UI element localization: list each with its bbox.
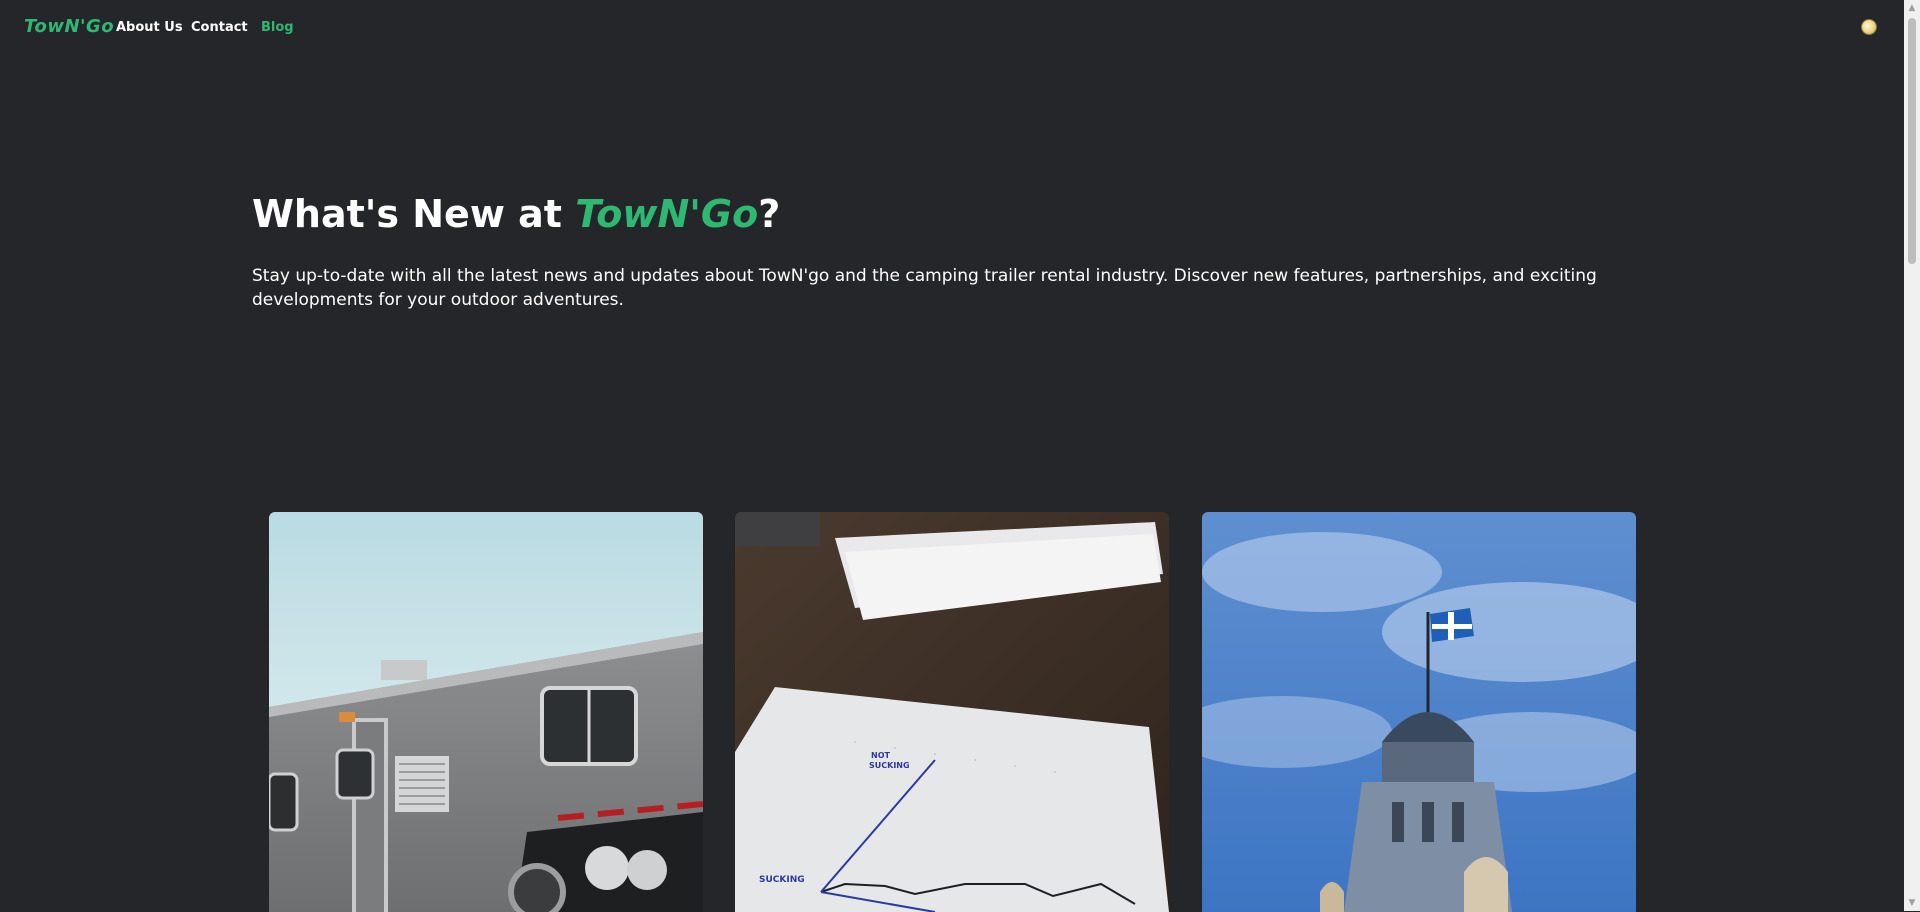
scroll-thumb[interactable] <box>1908 18 1916 264</box>
blog-card-notebook[interactable]: NOT SUCKING SUCKING <box>735 512 1169 912</box>
page-title-prefix: What's New at <box>252 192 576 236</box>
page-title-brand: TowN'Go <box>575 192 759 236</box>
blog-card-trailer[interactable] <box>269 512 703 912</box>
blog-card-quebec[interactable] <box>1202 512 1636 912</box>
sketch-label-sucking: SUCKING <box>869 761 910 770</box>
scroll-up-icon[interactable]: ▲ <box>1904 0 1920 16</box>
trailer-photo <box>269 512 703 912</box>
quebec-photo <box>1202 512 1636 912</box>
notebook-photo: NOT SUCKING SUCKING <box>735 512 1169 912</box>
page-title: What's New at TowN'Go? <box>252 192 780 236</box>
page-subtitle: Stay up-to-date with all the latest news… <box>252 266 1597 310</box>
sketch-label-sucking-axis: SUCKING <box>759 875 805 885</box>
page-title-suffix: ? <box>758 192 781 236</box>
scroll-down-icon[interactable]: ▼ <box>1904 895 1920 911</box>
site-logo[interactable]: TowN'Go <box>24 16 114 37</box>
sketch-label-not: NOT <box>871 751 890 760</box>
theme-toggle-icon[interactable] <box>1862 20 1876 34</box>
nav-link-contact[interactable]: Contact <box>191 20 248 35</box>
nav-link-blog[interactable]: Blog <box>261 20 294 35</box>
nav-link-about-us[interactable]: About Us <box>116 20 183 35</box>
top-nav: TowN'Go About Us Contact Blog <box>0 0 1904 56</box>
page-scrollbar[interactable]: ▲ ▼ <box>1904 0 1920 911</box>
